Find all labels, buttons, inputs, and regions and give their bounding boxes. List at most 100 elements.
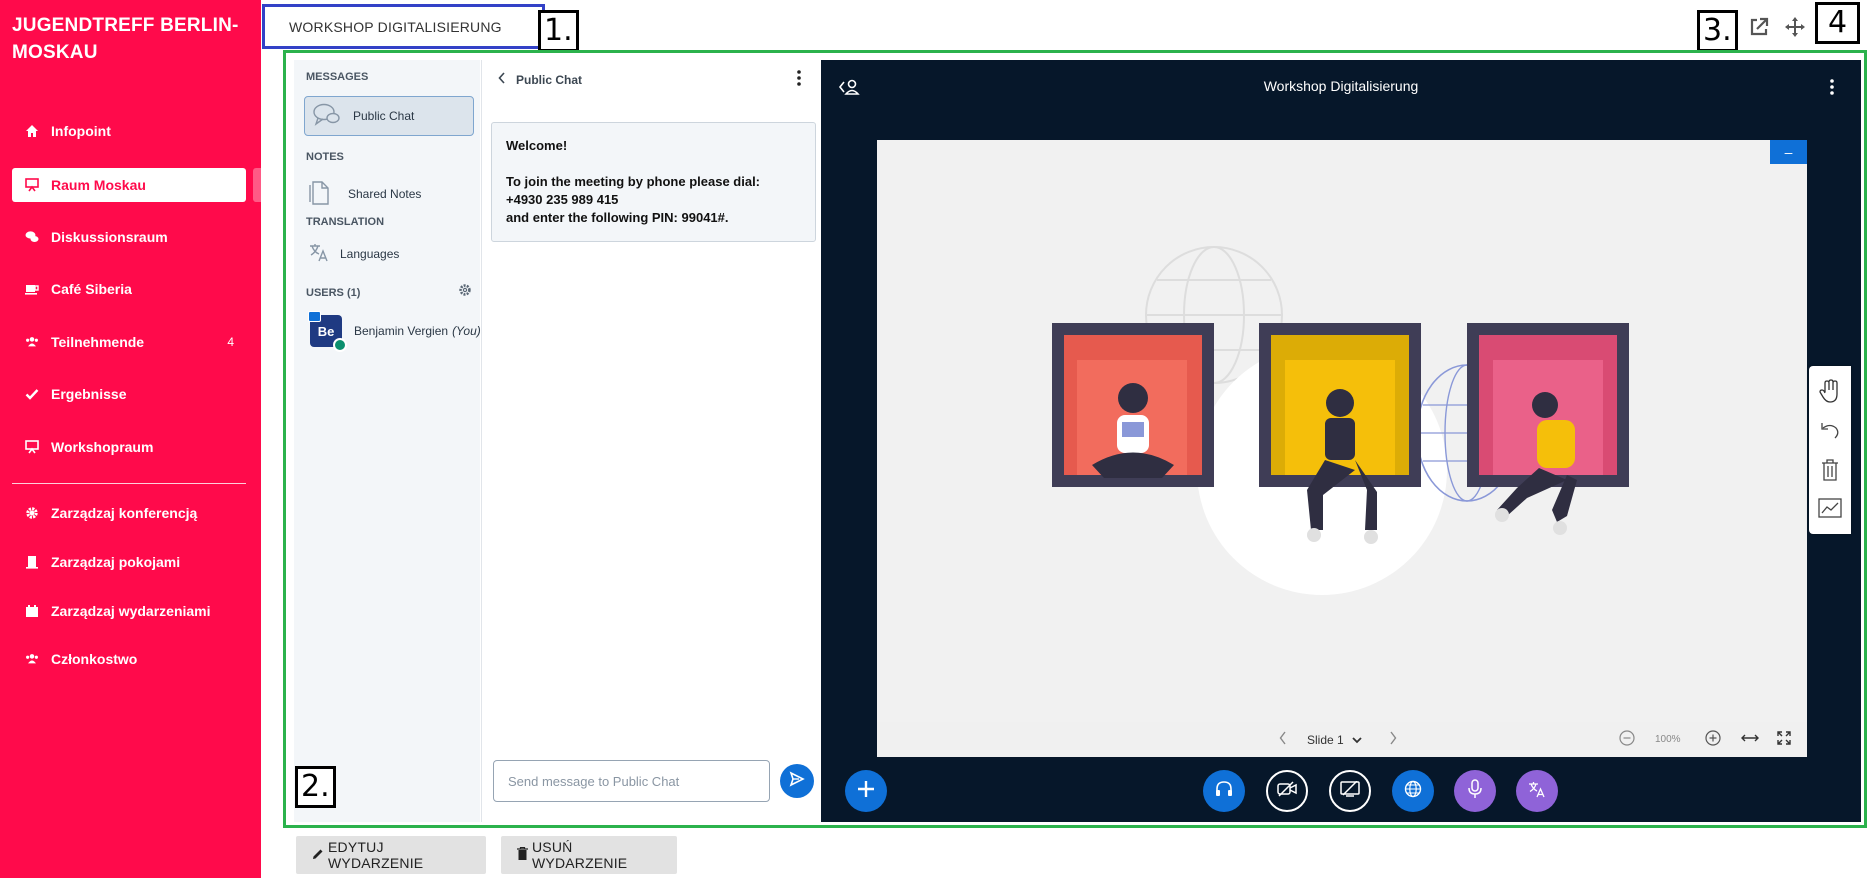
pencil-icon xyxy=(312,847,324,863)
presenter-icon xyxy=(308,311,321,322)
sidebar-divider xyxy=(12,483,246,484)
presentation-icon xyxy=(25,440,39,454)
minimize-presentation-button[interactable]: – xyxy=(1770,140,1807,164)
sidebar-item-label: Członkostwo xyxy=(51,651,138,667)
chat-icon xyxy=(25,230,39,244)
sidebar-item-label: Ergebnisse xyxy=(51,386,127,402)
annotation-toolbar xyxy=(1809,366,1851,534)
presentation-slide[interactable] xyxy=(877,140,1807,722)
members-icon xyxy=(25,652,39,666)
check-icon xyxy=(25,387,39,401)
tab-workshop-digitalisierung[interactable]: WORKSHOP DIGITALISIERUNG xyxy=(262,4,545,49)
users-heading: USERS (1) xyxy=(306,287,361,299)
sidebar-item-label: Diskussionsraum xyxy=(51,229,168,245)
chat-message-input[interactable]: Send message to Public Chat xyxy=(493,760,770,802)
zoom-in-icon[interactable] xyxy=(1705,730,1721,749)
actions-button[interactable] xyxy=(845,770,887,812)
sidebar-item-diskussionsraum[interactable]: Diskussionsraum xyxy=(12,220,246,254)
user-name: Benjamin Vergien xyxy=(354,324,449,338)
sidebar-item-label: Workshopraum xyxy=(51,439,154,455)
headphones-icon xyxy=(1215,780,1233,803)
sidebar-item-label: Café Siberia xyxy=(51,281,132,297)
audio-button[interactable] xyxy=(1203,770,1245,812)
chevron-left-icon[interactable] xyxy=(1279,731,1287,748)
presentation-icon xyxy=(25,178,39,192)
zoom-out-icon[interactable] xyxy=(1619,730,1635,749)
sidebar-item-manage-conference[interactable]: Zarządzaj konferencją xyxy=(12,496,246,530)
sidebar-item-label: Teilnehmende xyxy=(51,334,145,350)
move-icon[interactable] xyxy=(1784,16,1806,43)
sidebar-item-membership[interactable]: Członkostwo xyxy=(12,642,246,676)
gear-icon[interactable] xyxy=(458,283,472,302)
welcome-title: Welcome! xyxy=(506,138,568,153)
shared-notes-label: Shared Notes xyxy=(348,186,422,201)
hand-tool-icon[interactable] xyxy=(1818,378,1842,409)
send-button[interactable] xyxy=(780,764,814,798)
screen-share-button[interactable] xyxy=(1329,770,1371,812)
presentation-title: Workshop Digitalisierung xyxy=(1263,78,1419,94)
notes-icon xyxy=(308,178,330,209)
slide-select[interactable]: Slide 1 xyxy=(1307,733,1362,747)
fullscreen-icon[interactable] xyxy=(1777,731,1791,748)
languages-item[interactable]: Languages xyxy=(308,241,399,266)
sidebar-item-label: Zarządzaj wydarzeniami xyxy=(51,603,211,619)
sidebar-item-raum-moskau[interactable]: Raum Moskau xyxy=(12,168,246,202)
messages-heading: MESSAGES xyxy=(306,71,369,83)
sidebar-item-cafe-siberia[interactable]: Café Siberia xyxy=(12,272,246,306)
chat-header-title: Public Chat xyxy=(516,72,583,87)
org-name-line2: MOSKAU xyxy=(12,42,98,63)
sidebar-item-infopoint[interactable]: Infopoint xyxy=(12,114,246,148)
calendar-icon xyxy=(25,604,39,618)
multi-user-whiteboard-icon[interactable] xyxy=(1818,497,1842,523)
sidebar-item-manage-rooms[interactable]: Zarządzaj pokojami xyxy=(12,545,246,579)
active-indicator xyxy=(253,168,261,202)
shared-notes-item[interactable]: Shared Notes xyxy=(308,178,421,209)
delete-event-label: USUŃ WYDARZENIE xyxy=(532,839,628,871)
marker-4: 4 xyxy=(1815,2,1860,44)
participant-count: 4 xyxy=(227,335,234,349)
sidebar-item-label: Zarządzaj konferencją xyxy=(51,505,198,521)
globe-icon xyxy=(1404,780,1422,803)
chevron-right-icon[interactable] xyxy=(1389,731,1397,748)
welcome-phone: +4930 235 989 415 xyxy=(506,192,619,207)
languages-label: Languages xyxy=(340,246,400,261)
trash-icon xyxy=(517,846,528,863)
fit-width-icon[interactable] xyxy=(1741,732,1759,747)
undo-icon[interactable] xyxy=(1818,420,1842,447)
more-options-icon[interactable] xyxy=(1830,79,1834,100)
room-icon xyxy=(25,555,39,569)
sidebar: JUGENDTREFF BERLIN- MOSKAU Infopoint Rau… xyxy=(0,0,261,878)
marker-2: 2. xyxy=(295,766,336,808)
edit-event-button[interactable]: EDYTUJ WYDARZENIE xyxy=(296,836,486,874)
chat-header[interactable]: Public Chat xyxy=(498,72,582,87)
translation-button[interactable] xyxy=(1516,770,1558,812)
slide-navigation-bar: Slide 1 100% xyxy=(877,722,1807,757)
org-name: JUGENDTREFF BERLIN- MOSKAU xyxy=(12,12,252,66)
public-chat-label: Public Chat xyxy=(353,109,415,123)
translation-heading: TRANSLATION xyxy=(306,216,385,228)
user-list-panel xyxy=(294,60,480,822)
top-icons xyxy=(1748,16,1806,43)
microphone-button[interactable] xyxy=(1454,770,1496,812)
delete-event-button[interactable]: USUŃ WYDARZENIE xyxy=(501,836,677,874)
more-options-icon[interactable] xyxy=(797,70,801,91)
sidebar-item-manage-events[interactable]: Zarządzaj wydarzeniami xyxy=(12,594,246,628)
org-name-line1: JUGENDTREFF BERLIN- xyxy=(12,15,239,36)
edit-event-label: EDYTUJ WYDARZENIE xyxy=(328,839,424,871)
home-icon xyxy=(25,124,39,138)
welcome-message: Welcome! To join the meeting by phone pl… xyxy=(491,122,816,242)
trash-icon[interactable] xyxy=(1820,458,1840,487)
avatar-initials: Be xyxy=(317,323,335,339)
sidebar-item-workshopraum[interactable]: Workshopraum xyxy=(12,430,246,464)
avatar: Be xyxy=(308,311,347,352)
user-list-item[interactable]: Be Benjamin Vergien (You) xyxy=(308,311,481,352)
public-chat-button[interactable]: Public Chat xyxy=(304,96,474,136)
sidebar-item-teilnehmende[interactable]: Teilnehmende 4 xyxy=(12,325,246,359)
camera-button[interactable] xyxy=(1266,770,1308,812)
translate-icon xyxy=(308,241,330,266)
translate-icon xyxy=(1528,780,1546,803)
external-link-icon[interactable] xyxy=(1748,16,1770,43)
sidebar-item-label: Infopoint xyxy=(51,123,111,139)
language-button[interactable] xyxy=(1392,770,1434,812)
sidebar-item-ergebnisse[interactable]: Ergebnisse xyxy=(12,377,246,411)
